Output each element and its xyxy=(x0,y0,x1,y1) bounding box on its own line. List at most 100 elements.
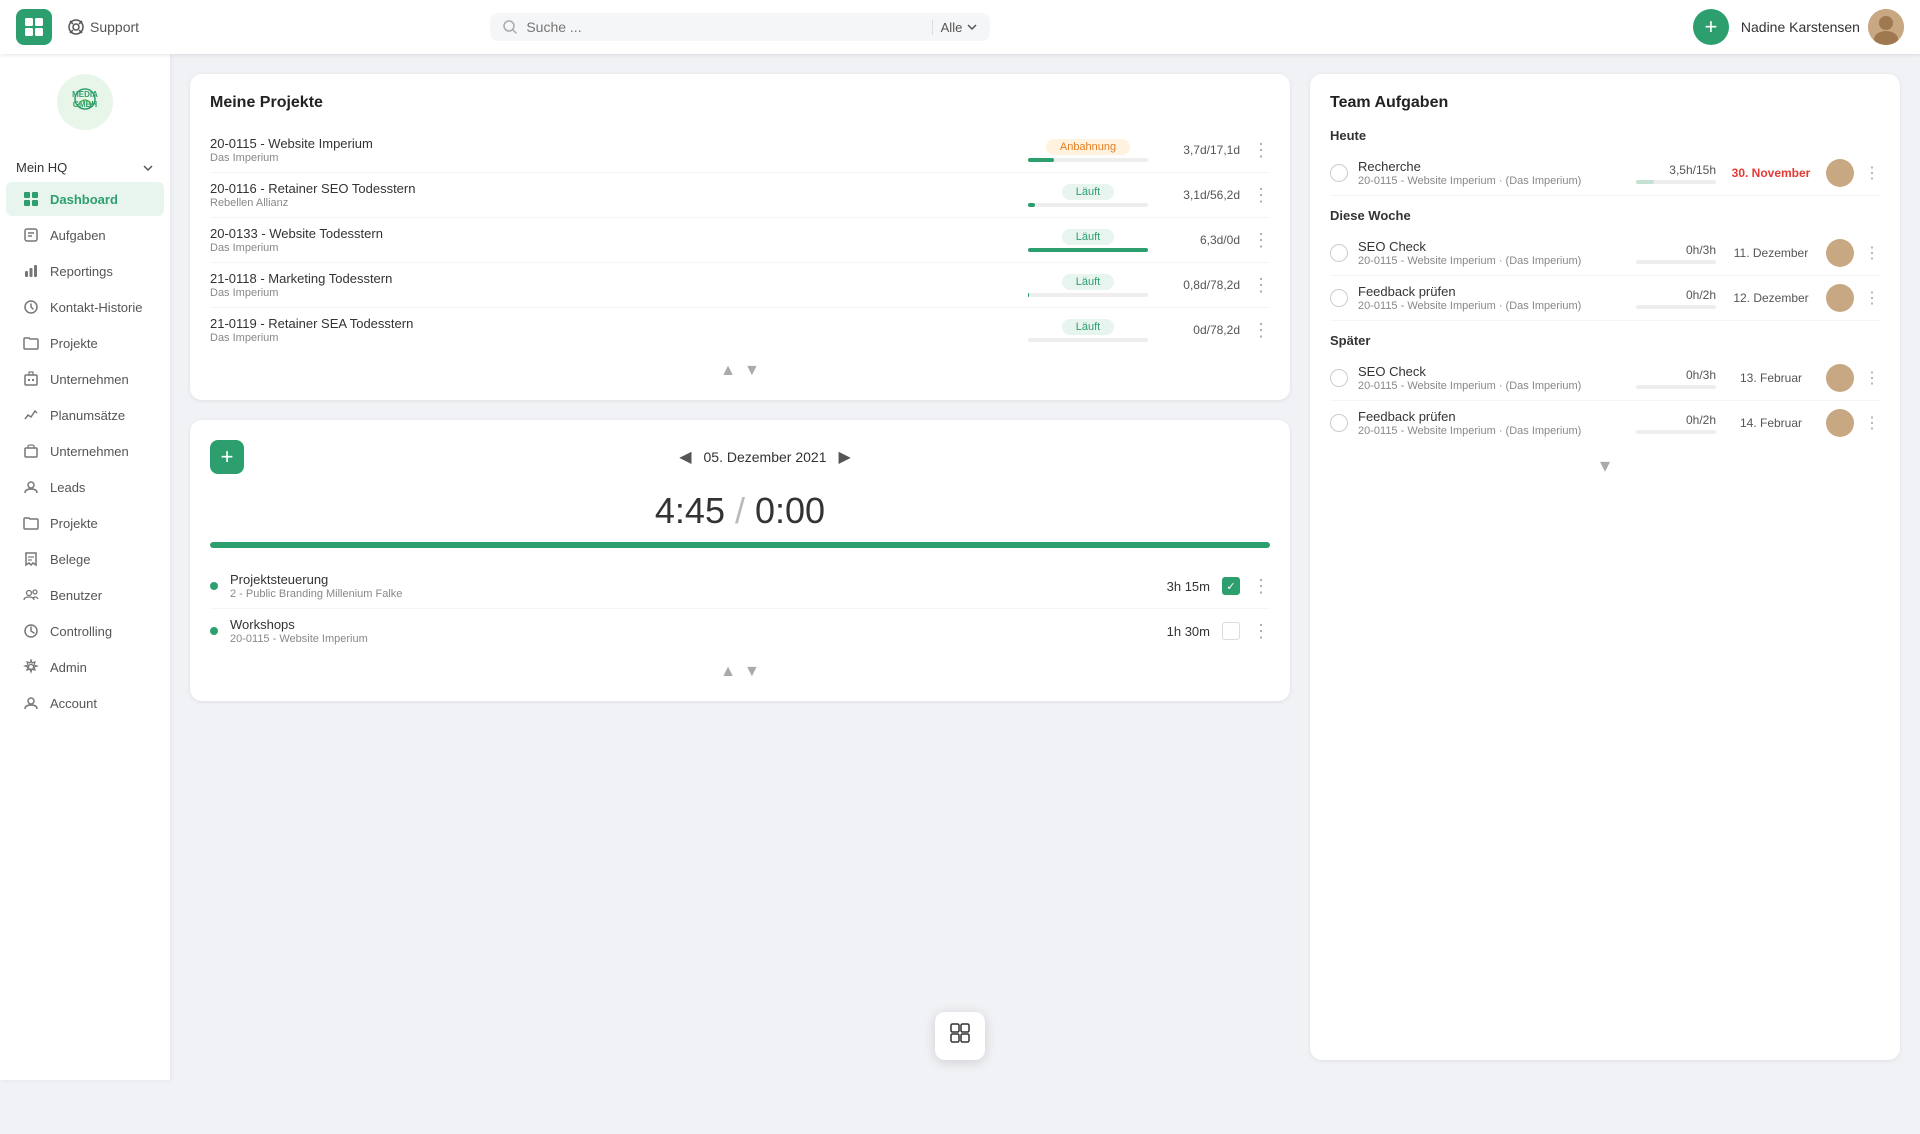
task-check[interactable] xyxy=(1330,164,1348,182)
projects-list: 20-0115 - Website Imperium Das Imperium … xyxy=(210,128,1270,352)
add-reporting-button[interactable]: + xyxy=(210,440,244,474)
reporting-time: 1h 30m xyxy=(1150,624,1210,639)
show-more-btn[interactable]: ▾ xyxy=(1600,453,1610,478)
sidebar-item-reportings[interactable]: Reportings xyxy=(6,254,164,288)
app-logo[interactable] xyxy=(16,9,52,45)
sidebar-item-label: Controlling xyxy=(50,624,112,639)
task-time: 0h/3h xyxy=(1686,243,1716,257)
projects-nav: ▲ ▼ xyxy=(210,352,1270,380)
reporting-row: Workshops 20-0115 - Website Imperium 1h … xyxy=(210,609,1270,653)
status-badge: Läuft xyxy=(1062,229,1114,245)
top-nav: Support Alle + Nadine Karstensen xyxy=(0,0,1920,54)
task-menu-btn[interactable]: ⋮ xyxy=(1864,163,1880,183)
project-menu-btn[interactable]: ⋮ xyxy=(1252,185,1270,206)
task-menu-btn[interactable]: ⋮ xyxy=(1864,413,1880,433)
reportings-card: + ◀ 05. Dezember 2021 ▶ 4:45 / 0:00 xyxy=(190,420,1290,701)
sidebar-item-unternehmen-group[interactable]: Unternehmen xyxy=(6,362,164,396)
task-check[interactable] xyxy=(1330,244,1348,262)
reporting-info: Workshops 20-0115 - Website Imperium xyxy=(230,617,1138,645)
reportings-next-btn[interactable]: ▼ xyxy=(744,663,760,681)
team-aufgaben-title: Team Aufgaben xyxy=(1330,94,1880,112)
task-info: SEO Check 20-0115 - Website Imperium · (… xyxy=(1358,239,1606,267)
sidebar-item-projekte[interactable]: Projekte xyxy=(6,506,164,540)
status-badge: Anbahnung xyxy=(1046,139,1130,155)
project-menu-btn[interactable]: ⋮ xyxy=(1252,275,1270,296)
sidebar-item-account[interactable]: Account xyxy=(6,686,164,720)
reporting-check[interactable] xyxy=(1222,622,1240,640)
task-check[interactable] xyxy=(1330,289,1348,307)
sidebar-item-planumstze[interactable]: Planumsätze xyxy=(6,398,164,432)
project-sub: Das Imperium xyxy=(210,242,1016,254)
project-name: 21-0119 - Retainer SEA Todesstern xyxy=(210,316,1016,331)
task-info: SEO Check 20-0115 - Website Imperium · (… xyxy=(1358,364,1606,392)
task-name: Feedback prüfen xyxy=(1358,409,1606,424)
reporting-sub: 20-0115 - Website Imperium xyxy=(230,633,1138,645)
project-menu-btn[interactable]: ⋮ xyxy=(1252,140,1270,161)
task-progress-bar xyxy=(1636,260,1716,264)
sidebar-item-aufgaben[interactable]: Aufgaben xyxy=(6,218,164,252)
date-prev-btn[interactable]: ◀ xyxy=(679,447,691,467)
project-menu-btn[interactable]: ⋮ xyxy=(1252,320,1270,341)
reporting-menu-btn[interactable]: ⋮ xyxy=(1252,576,1270,597)
task-sub: 20-0115 - Website Imperium · (Das Imperi… xyxy=(1358,300,1606,312)
task-progress-bar xyxy=(1636,180,1716,184)
reporting-menu-btn[interactable]: ⋮ xyxy=(1252,621,1270,642)
meine-projekte-title: Meine Projekte xyxy=(210,94,1270,112)
sidebar-item-benutzer[interactable]: Benutzer xyxy=(6,578,164,612)
avatar xyxy=(1826,284,1854,312)
sidebar-item-dashboard[interactable]: Dashboard xyxy=(6,182,164,216)
sidebar-item-leads[interactable]: Leads xyxy=(6,470,164,504)
sidebar-item-kontakt-historie[interactable]: Kontakt-Historie xyxy=(6,290,164,324)
search-input[interactable] xyxy=(526,19,923,35)
sidebar-item-controlling[interactable]: Controlling xyxy=(6,614,164,648)
project-time: 3,1d/56,2d xyxy=(1160,188,1240,202)
task-check[interactable] xyxy=(1330,414,1348,432)
sidebar-item-label: Unternehmen xyxy=(50,444,129,459)
task-date: 11. Dezember xyxy=(1726,246,1816,260)
chart-icon xyxy=(22,406,40,424)
bottom-widget[interactable] xyxy=(935,1012,985,1060)
history-icon xyxy=(22,298,40,316)
progress-bar xyxy=(1028,293,1148,297)
progress-bar xyxy=(1028,203,1148,207)
sidebar-item-label: Dashboard xyxy=(50,192,118,207)
task-menu-btn[interactable]: ⋮ xyxy=(1864,288,1880,308)
sidebar-item-projekte-group[interactable]: Projekte xyxy=(6,326,164,360)
time-secondary-value: 0:00 xyxy=(755,490,825,531)
progress-bar xyxy=(1028,338,1148,342)
sidebar-item-admin[interactable]: Admin xyxy=(6,650,164,684)
reportings-header: + ◀ 05. Dezember 2021 ▶ xyxy=(210,440,1270,474)
section-label: Heute xyxy=(1330,128,1880,143)
folder-icon xyxy=(22,334,40,352)
global-add-button[interactable]: + xyxy=(1693,9,1729,45)
search-filter[interactable]: Alle xyxy=(932,20,979,35)
progress-fill xyxy=(1028,158,1054,162)
section-label: Später xyxy=(1330,333,1880,348)
task-menu-btn[interactable]: ⋮ xyxy=(1864,368,1880,388)
sidebar-item-belege[interactable]: Belege xyxy=(6,542,164,576)
projects-prev-btn[interactable]: ▲ xyxy=(720,362,736,380)
meine-projekte-card: Meine Projekte 20-0115 - Website Imperiu… xyxy=(190,74,1290,400)
task-check[interactable] xyxy=(1330,369,1348,387)
project-row: 20-0133 - Website Todesstern Das Imperiu… xyxy=(210,218,1270,263)
task-menu-btn[interactable]: ⋮ xyxy=(1864,243,1880,263)
receipt-icon xyxy=(22,550,40,568)
support-link[interactable]: Support xyxy=(68,19,139,35)
status-badge: Läuft xyxy=(1062,274,1114,290)
section-label: Diese Woche xyxy=(1330,208,1880,223)
date-next-btn[interactable]: ▶ xyxy=(838,447,850,467)
project-row: 20-0116 - Retainer SEO Todesstern Rebell… xyxy=(210,173,1270,218)
sidebar-item-label: Unternehmen xyxy=(50,372,129,387)
sidebar-item-unternehmen[interactable]: Unternehmen xyxy=(6,434,164,468)
sidebar-menu-header[interactable]: Mein HQ xyxy=(0,154,170,181)
reportings-prev-btn[interactable]: ▲ xyxy=(720,663,736,681)
projects-next-btn[interactable]: ▼ xyxy=(744,362,760,380)
leads-icon xyxy=(22,478,40,496)
reporting-check[interactable] xyxy=(1222,577,1240,595)
project-time: 0,8d/78,2d xyxy=(1160,278,1240,292)
project-menu-btn[interactable]: ⋮ xyxy=(1252,230,1270,251)
building2-icon xyxy=(22,442,40,460)
sidebar-item-label: Planumsätze xyxy=(50,408,125,423)
avatar xyxy=(1826,159,1854,187)
task-time-block: 0h/2h xyxy=(1616,413,1716,434)
